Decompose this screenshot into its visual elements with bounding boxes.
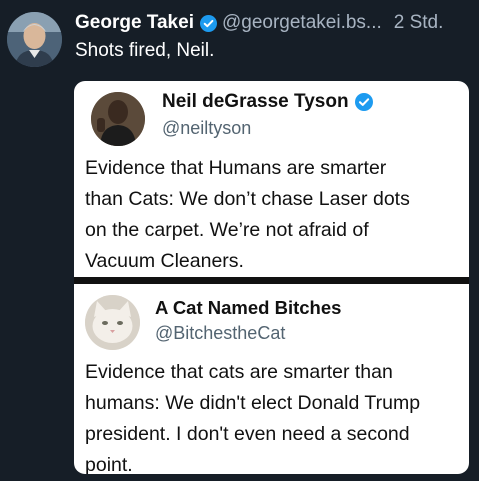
post: George Takei @georgetakei.bs... 2 Std. S…: [0, 0, 479, 481]
author-handle[interactable]: @georgetakei.bs...: [222, 12, 382, 34]
text-line: Vacuum Cleaners.: [85, 250, 244, 272]
quoted-author-handle-2: @BitchestheCat: [155, 323, 286, 343]
text-line: than Cats: We don’t chase Laser dots: [85, 188, 410, 210]
text-line: point.: [85, 454, 133, 474]
cat-avatar-icon: [85, 295, 140, 350]
verified-badge-icon: [354, 93, 373, 111]
post-header: George Takei @georgetakei.bs... 2 Std.: [75, 10, 471, 36]
text-line: Evidence that cats are smarter than: [85, 361, 393, 383]
quoted-author-handle-1: @neiltyson: [162, 118, 252, 138]
verified-badge-icon: [199, 14, 217, 32]
post-text: Shots fired, Neil.: [75, 40, 215, 61]
quoted-tweet-text-2: Evidence that cats are smarter than huma…: [85, 357, 465, 474]
quoted-tweet-text-1: Evidence that Humans are smarter than Ca…: [85, 153, 465, 277]
text-line: Evidence that Humans are smarter: [85, 157, 387, 179]
person-avatar-icon: [91, 92, 145, 146]
divider: [74, 277, 469, 284]
text-line: on the carpet. We’re not afraid of: [85, 219, 369, 241]
post-timestamp[interactable]: 2 Std.: [394, 12, 444, 34]
text-line: humans: We didn't elect Donald Trump: [85, 392, 421, 414]
quoted-avatar-1: [91, 92, 145, 146]
text-line: president. I don't even need a second: [85, 423, 410, 445]
author-avatar[interactable]: [7, 12, 62, 67]
quoted-avatar-2: [85, 295, 140, 350]
embedded-image[interactable]: Neil deGrasse Tyson @neiltyson Evidence …: [74, 81, 469, 474]
author-name[interactable]: George Takei: [75, 12, 194, 34]
quoted-author-name-1: Neil deGrasse Tyson: [162, 91, 378, 113]
quoted-author-name-2: A Cat Named Bitches: [155, 297, 342, 318]
person-avatar-icon: [7, 12, 62, 67]
